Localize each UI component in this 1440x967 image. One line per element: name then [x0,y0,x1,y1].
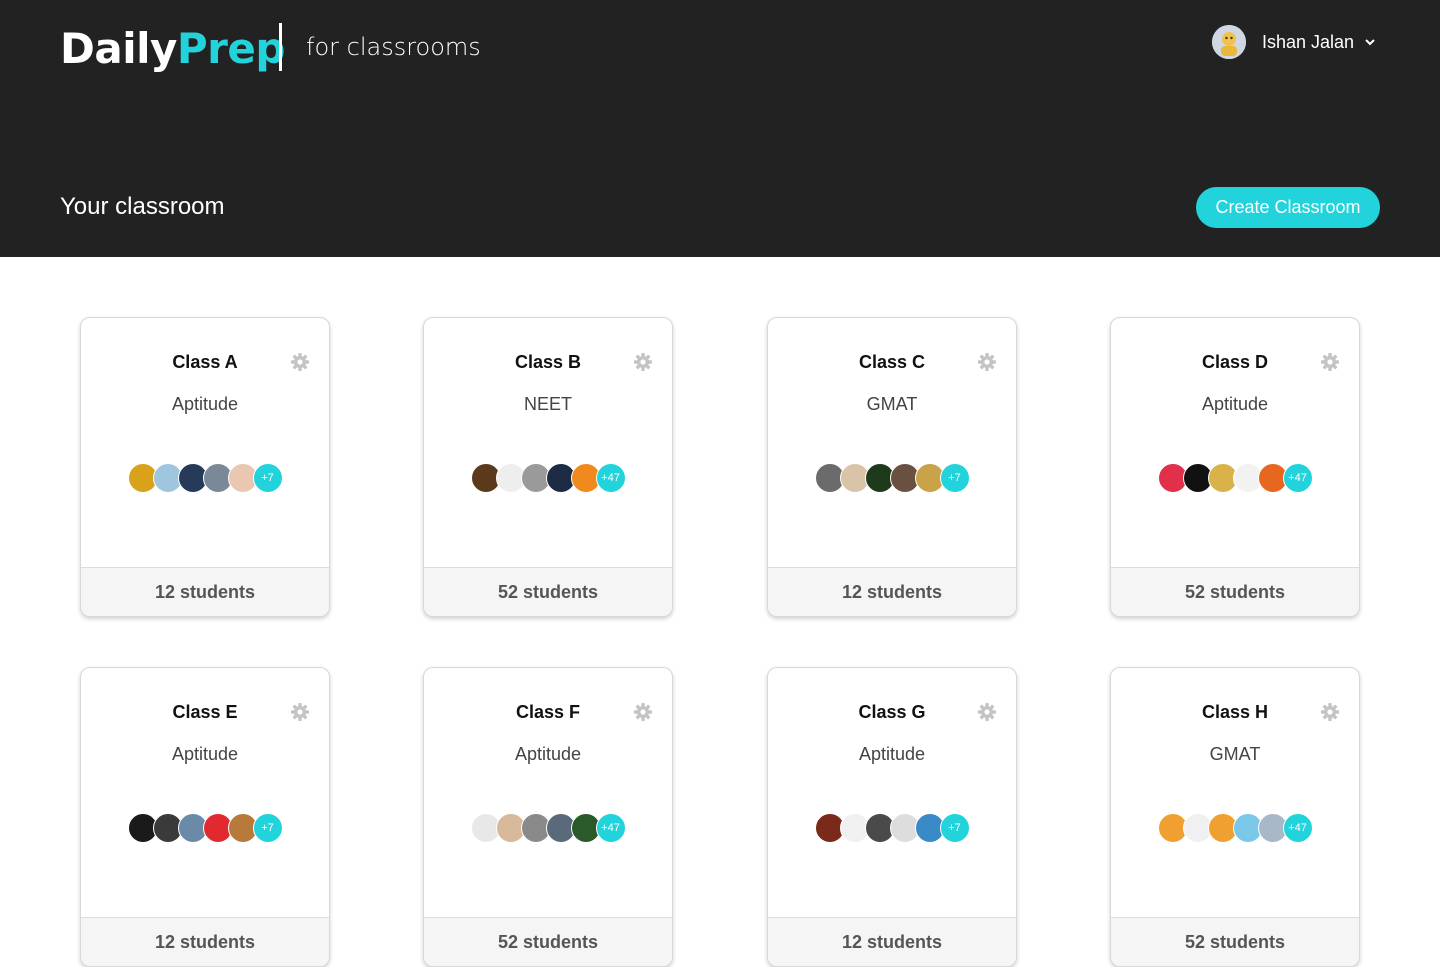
more-students-badge[interactable]: +7 [939,813,970,843]
more-students-badge[interactable]: +7 [939,463,970,493]
gear-icon[interactable] [977,702,997,722]
student-count: 52 students [424,917,672,966]
more-students-badge[interactable]: +7 [252,813,283,843]
class-card[interactable]: Class C GMAT +7 12 students [767,317,1017,617]
class-subject: Aptitude [858,744,926,764]
classroom-grid: Class A Aptitude +7 12 students Class B NEET +… [0,257,1440,967]
more-students-badge[interactable]: +47 [1282,813,1313,843]
create-classroom-button[interactable]: Create Classroom [1196,187,1380,228]
student-count: 52 students [1111,917,1359,966]
class-card[interactable]: Class D Aptitude +47 52 students [1110,317,1360,617]
chevron-down-icon[interactable] [1364,36,1376,48]
student-avatars: +7 [768,463,1016,493]
logo-divider [279,23,282,71]
student-avatars: +47 [424,463,672,493]
logo-subtitle: for classrooms [306,33,481,61]
gear-icon[interactable] [633,352,653,372]
class-subject: Aptitude [514,744,582,764]
user-avatar-icon[interactable] [1212,25,1246,59]
logo-daily: Daily [60,23,177,73]
class-subject: GMAT [1209,744,1261,764]
gear-icon[interactable] [290,702,310,722]
class-card[interactable]: Class H GMAT +47 52 students [1110,667,1360,967]
student-avatars: +47 [424,813,672,843]
class-card[interactable]: Class B NEET +47 52 students [423,317,673,617]
student-avatars: +47 [1111,813,1359,843]
gear-icon[interactable] [1320,352,1340,372]
more-students-badge[interactable]: +47 [1282,463,1313,493]
student-avatars: +7 [81,463,329,493]
student-avatars: +47 [1111,463,1359,493]
class-subject: Aptitude [171,744,239,764]
logo[interactable]: Daily Prep [60,22,285,74]
student-avatars: +7 [81,813,329,843]
class-card[interactable]: Class E Aptitude +7 12 students [80,667,330,967]
student-count: 12 students [768,567,1016,616]
student-count: 52 students [1111,567,1359,616]
class-card[interactable]: Class A Aptitude +7 12 students [80,317,330,617]
gear-icon[interactable] [1320,702,1340,722]
gear-icon[interactable] [977,352,997,372]
student-avatars: +7 [768,813,1016,843]
more-students-badge[interactable]: +47 [595,463,626,493]
gear-icon[interactable] [290,352,310,372]
page-title: Your classroom [60,193,225,220]
header: Daily Prep for classrooms Ishan Jalan You… [0,0,1440,257]
logo-prep: Prep [176,23,286,73]
more-students-badge[interactable]: +47 [595,813,626,843]
user-menu[interactable]: Ishan Jalan [1212,24,1376,60]
class-subject: NEET [523,394,572,414]
student-count: 12 students [81,567,329,616]
user-name[interactable]: Ishan Jalan [1262,32,1354,53]
class-card[interactable]: Class F Aptitude +47 52 students [423,667,673,967]
class-subject: Aptitude [1201,394,1269,414]
class-subject: GMAT [866,394,918,414]
class-subject: Aptitude [171,394,239,414]
more-students-badge[interactable]: +7 [252,463,283,493]
student-count: 52 students [424,567,672,616]
student-count: 12 students [768,917,1016,966]
student-count: 12 students [81,917,329,966]
class-card[interactable]: Class G Aptitude +7 12 students [767,667,1017,967]
gear-icon[interactable] [633,702,653,722]
